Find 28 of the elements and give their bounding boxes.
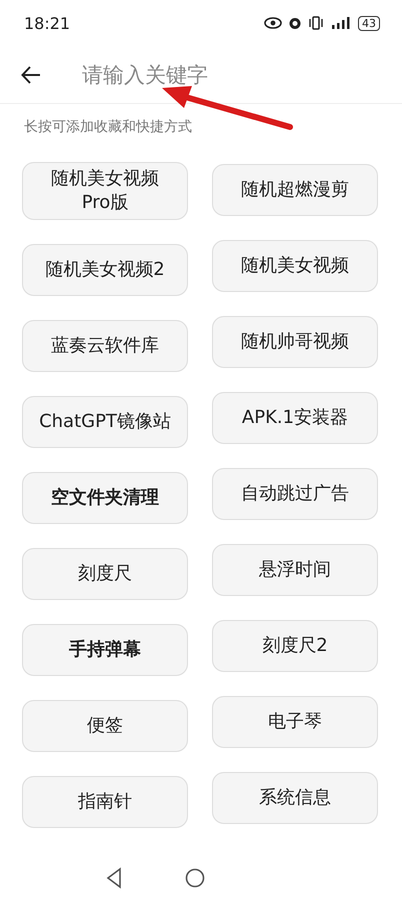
tool-button[interactable]: 刻度尺2 [212, 620, 378, 672]
back-arrow-icon[interactable] [20, 64, 42, 86]
back-nav-icon[interactable] [105, 867, 123, 889]
battery-level: 43 [358, 16, 380, 30]
tool-button[interactable]: 随机帅哥视频 [212, 316, 378, 368]
tool-button[interactable]: 指南针 [22, 776, 188, 828]
tool-button[interactable]: 便签 [22, 700, 188, 752]
tool-button[interactable]: 电子琴 [212, 696, 378, 748]
home-nav-icon[interactable] [185, 868, 205, 888]
tool-button[interactable]: APK.1安装器 [212, 392, 378, 444]
tool-button[interactable]: 随机美女视频 [212, 240, 378, 292]
tool-button[interactable]: 悬浮时间 [212, 544, 378, 596]
tool-button[interactable]: 手持弹幕 [22, 624, 188, 676]
tool-button[interactable]: 空文件夹清理 [22, 472, 188, 524]
hint-text: 长按可添加收藏和快捷方式 [24, 118, 193, 136]
tool-button[interactable]: 随机超燃漫剪 [212, 164, 378, 216]
search-field[interactable]: 请输入关键字 [80, 62, 334, 88]
status-time: 18:21 [24, 14, 70, 32]
tool-button[interactable]: 刻度尺 [22, 548, 188, 600]
tool-button[interactable]: 自动跳过广告 [212, 468, 378, 520]
eye-icon [264, 17, 282, 29]
tool-button[interactable]: 随机美女视频2 [22, 244, 188, 296]
tool-button[interactable]: 蓝奏云软件库 [22, 320, 188, 372]
signal-icon [330, 16, 352, 30]
vibrate-icon [308, 16, 324, 30]
tool-button[interactable]: ChatGPT镜像站 [22, 396, 188, 448]
tool-button[interactable]: 随机美女视频 Pro版 [22, 162, 188, 220]
tool-button[interactable]: 系统信息 [212, 772, 378, 824]
